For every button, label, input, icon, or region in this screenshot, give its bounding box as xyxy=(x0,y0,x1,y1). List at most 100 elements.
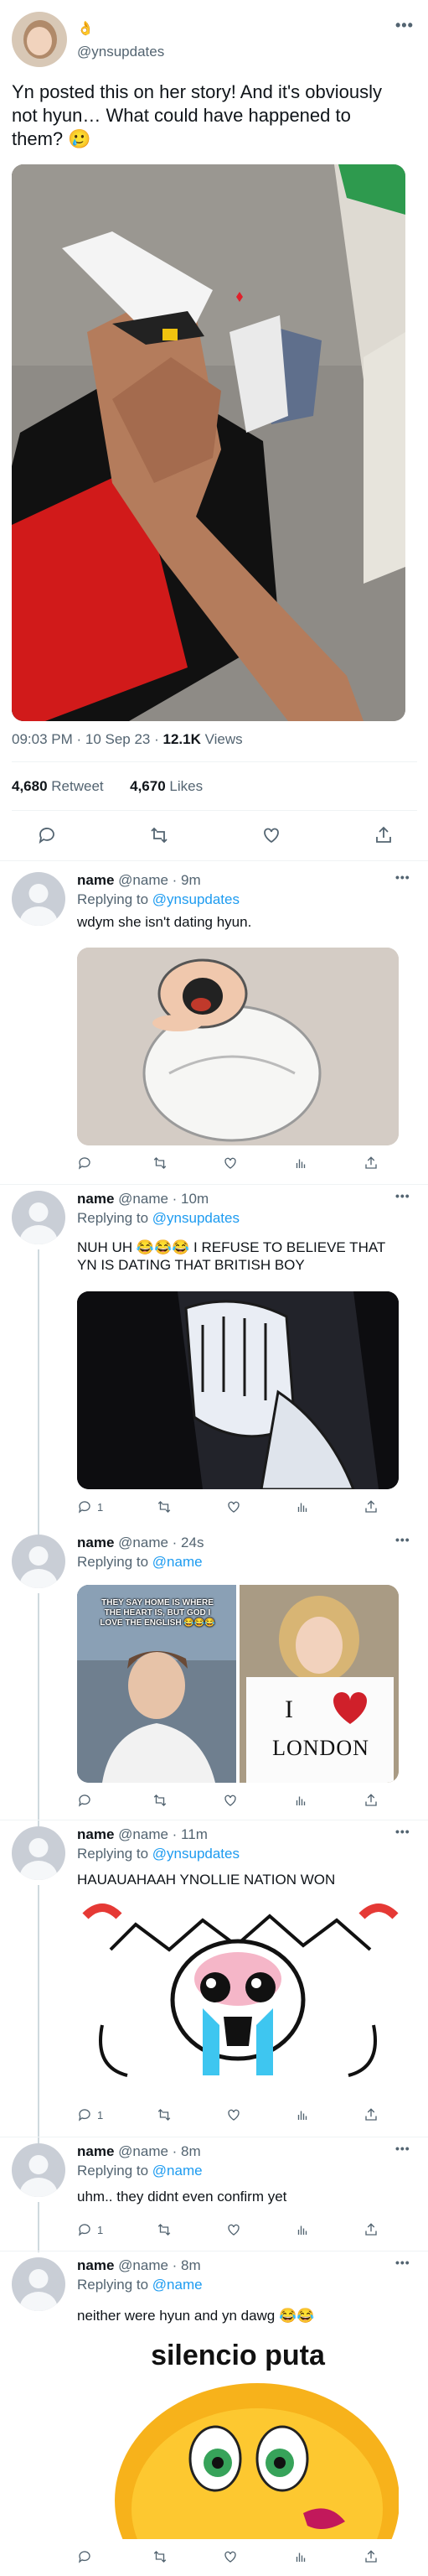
reply-avatar[interactable] xyxy=(12,2143,65,2197)
reply-button[interactable] xyxy=(37,825,57,845)
replying-to-link[interactable]: @ynsupdates xyxy=(152,1210,240,1226)
reply-handle[interactable]: @name · 10m xyxy=(118,1191,209,1207)
like-button[interactable] xyxy=(226,2107,241,2122)
tweet-text: Yn posted this on her story! And it's ob… xyxy=(12,81,382,149)
reply-avatar[interactable] xyxy=(12,1535,65,1588)
views-button[interactable] xyxy=(295,1499,310,1514)
retweet-button[interactable] xyxy=(157,1499,172,1514)
reply-gif[interactable] xyxy=(77,948,399,1145)
likes-label[interactable]: Likes xyxy=(166,778,203,794)
views-button[interactable] xyxy=(295,2107,310,2122)
reply-button[interactable] xyxy=(77,1793,97,1808)
reply-action-bar xyxy=(77,1156,379,1171)
heart-icon xyxy=(227,2224,240,2236)
reply-header: name @name · 8m xyxy=(77,2257,201,2274)
reply-header: name @name · 8m xyxy=(77,2143,201,2160)
like-button[interactable] xyxy=(261,825,281,845)
share-icon xyxy=(376,826,391,843)
like-button[interactable] xyxy=(223,2549,238,2564)
heart-icon xyxy=(224,2551,236,2563)
reply-handle[interactable]: @name · 24s xyxy=(118,1535,204,1550)
heart-icon xyxy=(227,1501,240,1513)
retweet-button[interactable] xyxy=(157,2222,172,2237)
reply-handle[interactable]: @name · 9m xyxy=(118,872,201,888)
more-options-icon[interactable]: ••• xyxy=(395,2142,410,2155)
analytics-icon xyxy=(296,2553,306,2562)
reply-name[interactable]: name xyxy=(77,1535,114,1550)
reply-button[interactable]: 1 xyxy=(77,2107,103,2122)
reply-avatar[interactable] xyxy=(12,1826,65,1880)
more-options-icon[interactable]: ••• xyxy=(395,1189,410,1202)
author-avatar[interactable] xyxy=(12,12,67,67)
like-button[interactable] xyxy=(226,1499,241,1514)
reply-image-right[interactable]: I LONDON xyxy=(240,1585,399,1783)
retweets-count[interactable]: 4,680 xyxy=(12,778,48,794)
heart-icon xyxy=(227,2109,240,2121)
reply-handle[interactable]: @name · 8m xyxy=(118,2257,201,2273)
share-button[interactable] xyxy=(364,1793,379,1808)
replying-to-link[interactable]: @name xyxy=(152,1554,203,1570)
retweet-button[interactable] xyxy=(152,2549,168,2564)
views-button[interactable] xyxy=(295,2222,310,2237)
reply-button[interactable] xyxy=(77,1156,97,1171)
tweet-stats: 4,680 Retweet 4,670 Likes xyxy=(12,778,203,795)
reply-name[interactable]: name xyxy=(77,2257,114,2273)
reply-gif[interactable] xyxy=(77,1291,399,1489)
author-handle[interactable]: @ynsupdates xyxy=(77,44,164,60)
reply-action-bar: 1 xyxy=(77,2222,379,2237)
reply-avatar[interactable] xyxy=(12,872,65,926)
more-options-icon[interactable]: ••• xyxy=(395,2256,410,2269)
likes-count[interactable]: 4,670 xyxy=(130,778,166,794)
reply-button[interactable] xyxy=(77,2549,97,2564)
reply-name[interactable]: name xyxy=(77,2143,114,2159)
reply-name[interactable]: name xyxy=(77,1826,114,1842)
views-count[interactable]: 12.1K xyxy=(163,731,201,747)
retweet-icon xyxy=(151,827,168,844)
share-button[interactable] xyxy=(374,825,394,845)
share-button[interactable] xyxy=(364,2222,379,2237)
reply-name[interactable]: name xyxy=(77,872,114,888)
analytics-icon xyxy=(296,1796,306,1805)
reply-image-left[interactable]: THEY SAY HOME IS WHERE THE HEART IS, BUT… xyxy=(77,1585,236,1783)
reply-avatar[interactable] xyxy=(12,2257,65,2311)
reply-button[interactable]: 1 xyxy=(77,2222,103,2237)
views-button[interactable] xyxy=(293,2549,308,2564)
share-icon xyxy=(365,1156,377,1169)
reply-icon xyxy=(78,2224,90,2236)
reply-gif[interactable]: silencio puta xyxy=(77,2333,399,2539)
replying-to-link[interactable]: @name xyxy=(152,2163,203,2179)
views-button[interactable] xyxy=(293,1156,308,1171)
more-options-icon[interactable]: ••• xyxy=(395,1825,410,1838)
retweet-button[interactable] xyxy=(152,1156,168,1171)
reply-button[interactable]: 1 xyxy=(77,1499,103,1514)
reply-icon xyxy=(39,828,54,844)
views-label: Views xyxy=(200,731,243,747)
share-button[interactable] xyxy=(364,2107,379,2122)
share-button[interactable] xyxy=(364,1156,379,1171)
share-button[interactable] xyxy=(364,2549,379,2564)
retweet-button[interactable] xyxy=(149,825,169,845)
replying-to-link[interactable]: @ynsupdates xyxy=(152,891,240,907)
more-options-icon[interactable]: ••• xyxy=(395,1533,410,1546)
views-button[interactable] xyxy=(293,1793,308,1808)
more-options-icon[interactable]: ••• xyxy=(395,17,414,34)
retweet-button[interactable] xyxy=(152,1793,168,1808)
share-icon xyxy=(365,2223,377,2236)
reply-handle[interactable]: @name · 8m xyxy=(118,2143,201,2159)
tweet-photo[interactable] xyxy=(12,164,405,721)
reply-avatar[interactable] xyxy=(12,1191,65,1244)
reply-gif[interactable] xyxy=(77,1899,399,2097)
retweet-button[interactable] xyxy=(157,2107,172,2122)
like-button[interactable] xyxy=(226,2222,241,2237)
like-button[interactable] xyxy=(223,1793,238,1808)
more-options-icon[interactable]: ••• xyxy=(395,870,410,884)
share-button[interactable] xyxy=(364,1499,379,1514)
replying-to-link[interactable]: @name xyxy=(152,2277,203,2293)
reply-handle[interactable]: @name · 11m xyxy=(118,1826,208,1842)
replying-to-link[interactable]: @ynsupdates xyxy=(152,1846,240,1862)
reply-text: wdym she isn't dating hyun. xyxy=(77,914,252,930)
reply-action-bar xyxy=(77,1793,379,1808)
like-button[interactable] xyxy=(223,1156,238,1171)
reply-name[interactable]: name xyxy=(77,1191,114,1207)
retweets-label[interactable]: Retweet xyxy=(48,778,103,794)
